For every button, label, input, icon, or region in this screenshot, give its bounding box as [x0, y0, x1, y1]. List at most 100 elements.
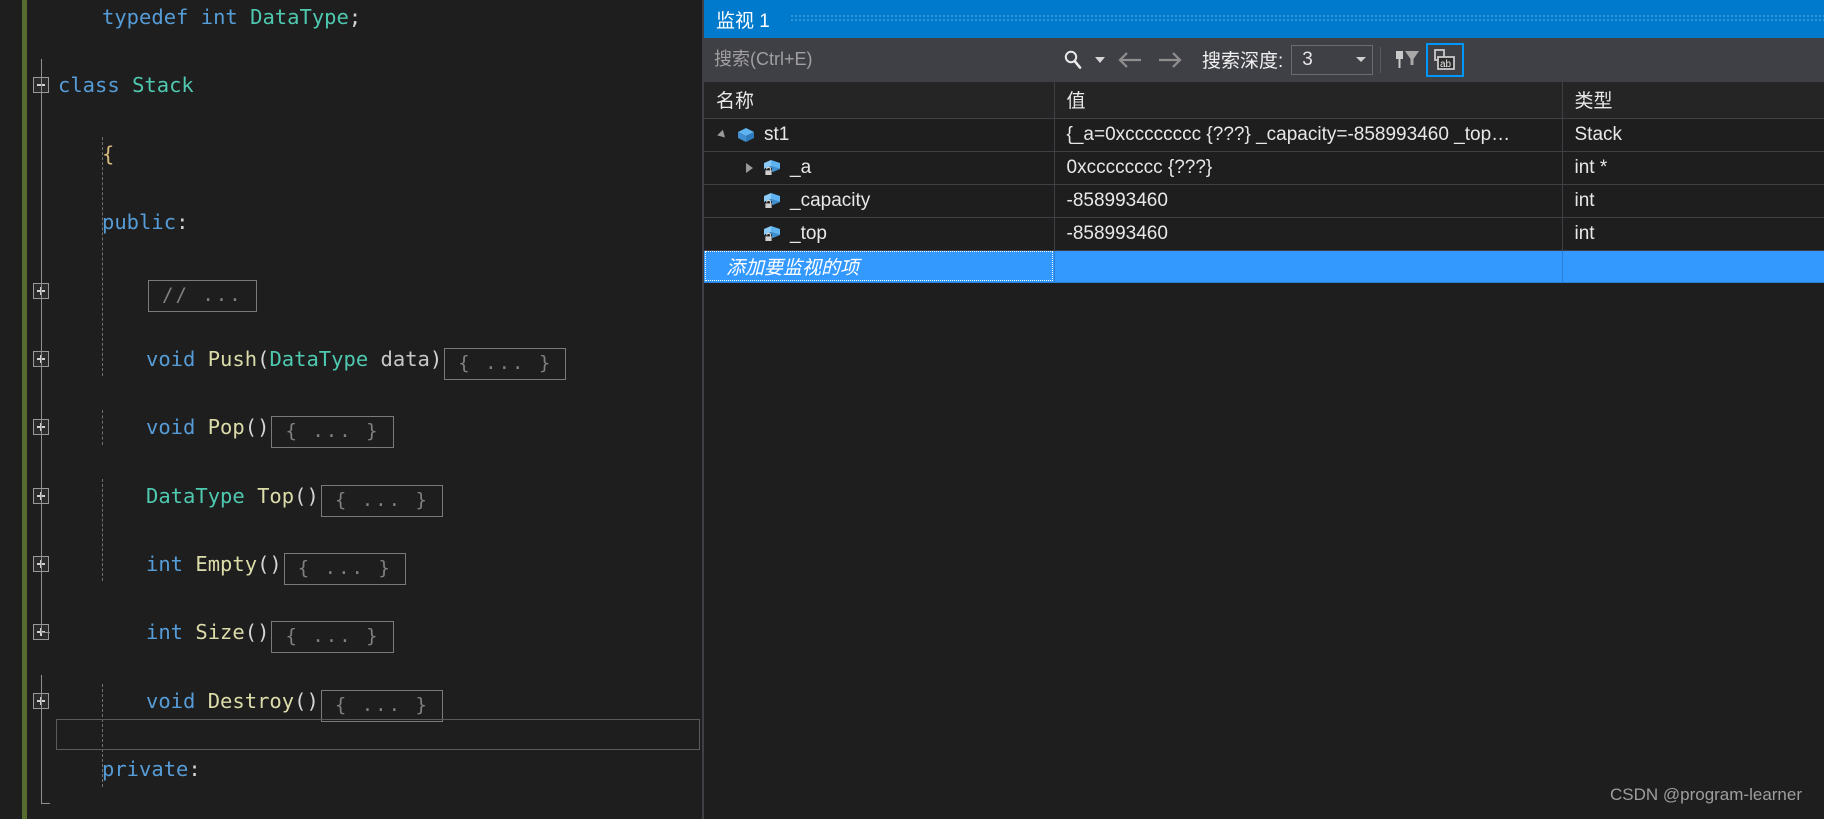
watch-toolbar: 搜索深度: 3 ab [704, 38, 1824, 82]
collapsed-region-box[interactable]: { ... } [271, 621, 394, 654]
code-token: ; [348, 5, 362, 29]
collapsed-region-box[interactable]: // ... [148, 279, 257, 312]
add-watch-value-cell [1054, 250, 1563, 283]
code-text[interactable]: typedef int DataType; class Stack { public:… [0, 0, 567, 804]
code-token: Destroy [207, 688, 295, 713]
code-token: { [102, 141, 115, 166]
code-line[interactable]: class Stack [0, 68, 566, 102]
code-token: int [146, 620, 196, 645]
collapsed-region-box[interactable]: { ... } [444, 347, 567, 380]
code-line[interactable]: int Size(){ ... } [0, 615, 566, 654]
cell-type: int * [1562, 151, 1824, 185]
search-icon[interactable] [1056, 43, 1090, 77]
arrow-right-icon[interactable] [1150, 43, 1190, 77]
code-line[interactable]: public: [0, 205, 566, 239]
code-editor[interactable]: typedef int DataType; class Stack { public:… [0, 0, 704, 819]
collapsed-region-box[interactable]: { ... } [320, 484, 443, 517]
indent-guide [102, 136, 103, 377]
search-depth-label: 搜索深度: [1202, 51, 1284, 72]
code-line[interactable]: int Empty(){ ... } [0, 547, 566, 586]
cell-name[interactable]: _capacity [704, 184, 1055, 218]
search-field-wrapper[interactable] [708, 44, 1056, 75]
variable-name: _top [790, 222, 827, 244]
pin-filter-icon[interactable] [1388, 43, 1426, 77]
code-line[interactable]: typedef int DataType; [0, 0, 566, 34]
tree-collapse-icon[interactable] [716, 127, 732, 143]
arrow-left-icon[interactable] [1110, 43, 1150, 77]
code-token: public [102, 210, 177, 235]
code-token: data [368, 346, 430, 371]
code-line[interactable]: private: [0, 752, 566, 786]
cell-value[interactable]: -858993460 [1054, 184, 1563, 218]
add-watch-input[interactable]: 添加要监视的项 [704, 250, 1055, 283]
code-token: ) [429, 346, 443, 371]
name-cell-content: _capacity [716, 185, 1053, 217]
add-watch-type-cell [1562, 250, 1824, 283]
variable-name: _a [790, 156, 812, 178]
tab-watch-1[interactable]: 监视 1 [704, 0, 786, 38]
code-token: Empty [195, 552, 258, 577]
tree-expand-icon[interactable] [742, 160, 758, 176]
cell-value[interactable]: -858993460 [1054, 217, 1563, 251]
chevron-down-icon[interactable] [1090, 43, 1110, 77]
code-line[interactable]: void Destroy(){ ... } [0, 684, 566, 722]
cell-name[interactable]: st1 [704, 118, 1055, 152]
tree-twisty-placeholder [742, 226, 758, 242]
table-row[interactable]: _capacity -858993460 int [704, 184, 1824, 218]
indent-guide [102, 478, 103, 582]
cell-type: Stack [1562, 118, 1824, 152]
code-token: Top [257, 483, 295, 508]
svg-text:ab: ab [1440, 59, 1452, 70]
struct-icon [736, 126, 756, 144]
code-line[interactable]: void Push(DataType data){ ... } [0, 342, 567, 380]
watch-table-container[interactable]: 名称 值 类型 st1 {_a=0xcccccccc {???} _capacit… [704, 82, 1824, 819]
variable-name: st1 [764, 123, 790, 145]
table-row[interactable]: _top -858993460 int [704, 217, 1824, 251]
cell-name[interactable]: _a [704, 151, 1055, 185]
code-token: DataType [146, 483, 258, 508]
column-header-value[interactable]: 值 [1054, 82, 1563, 119]
code-line[interactable]: // ... [0, 274, 566, 312]
add-watch-row[interactable]: 添加要监视的项 [704, 250, 1824, 283]
watch-tabstrip: 监视 1 [704, 0, 1824, 38]
tree-twisty-placeholder [742, 193, 758, 209]
code-token: : [176, 210, 189, 235]
cell-type: int [1562, 184, 1824, 218]
app-root: typedef int DataType; class Stack { public:… [0, 0, 1824, 819]
cell-value[interactable]: 0xcccccccc {???} [1054, 151, 1563, 185]
table-row[interactable]: st1 {_a=0xcccccccc {???} _capacity=-85899… [704, 118, 1824, 152]
code-line[interactable]: void Pop(){ ... } [0, 410, 566, 449]
name-cell-content: _top [716, 218, 1053, 250]
code-token: Push [207, 346, 258, 371]
search-depth-select[interactable]: 3 [1291, 44, 1374, 75]
collapsed-region-box[interactable]: { ... } [320, 689, 443, 722]
code-token: Pop [207, 415, 245, 440]
code-token: () [294, 483, 319, 508]
cell-name[interactable]: _top [704, 217, 1055, 251]
column-header-type[interactable]: 类型 [1562, 82, 1824, 119]
watch-table: 名称 值 类型 st1 {_a=0xcccccccc {???} _capacit… [704, 82, 1824, 283]
code-line[interactable]: DataType Top(){ ... } [0, 479, 566, 517]
code-token: Size [195, 620, 245, 645]
indent-guide [102, 410, 103, 445]
cell-value[interactable]: {_a=0xcccccccc {???} _capacity=-85899346… [1054, 118, 1563, 152]
column-header-name[interactable]: 名称 [704, 82, 1055, 119]
field-private-icon [762, 225, 782, 243]
code-line[interactable]: { [0, 137, 566, 171]
toolbar-separator [1380, 46, 1382, 73]
ab-box-icon[interactable]: ab [1426, 42, 1465, 77]
collapsed-region-box[interactable]: { ... } [283, 553, 406, 586]
code-token: void [146, 415, 208, 440]
outline-guide-line [41, 59, 50, 633]
table-row[interactable]: _a 0xcccccccc {???} int * [704, 151, 1824, 185]
code-token: int [146, 552, 196, 577]
code-token: void [146, 688, 208, 713]
search-input[interactable] [714, 49, 1056, 70]
outline-guide-line [41, 674, 50, 804]
code-token: : [188, 757, 201, 782]
code-token: () [294, 688, 319, 713]
tab-watch-1-label: 监视 1 [716, 10, 770, 32]
code-token: () [244, 415, 270, 440]
collapsed-region-box[interactable]: { ... } [271, 416, 394, 449]
cell-type: int [1562, 217, 1824, 251]
